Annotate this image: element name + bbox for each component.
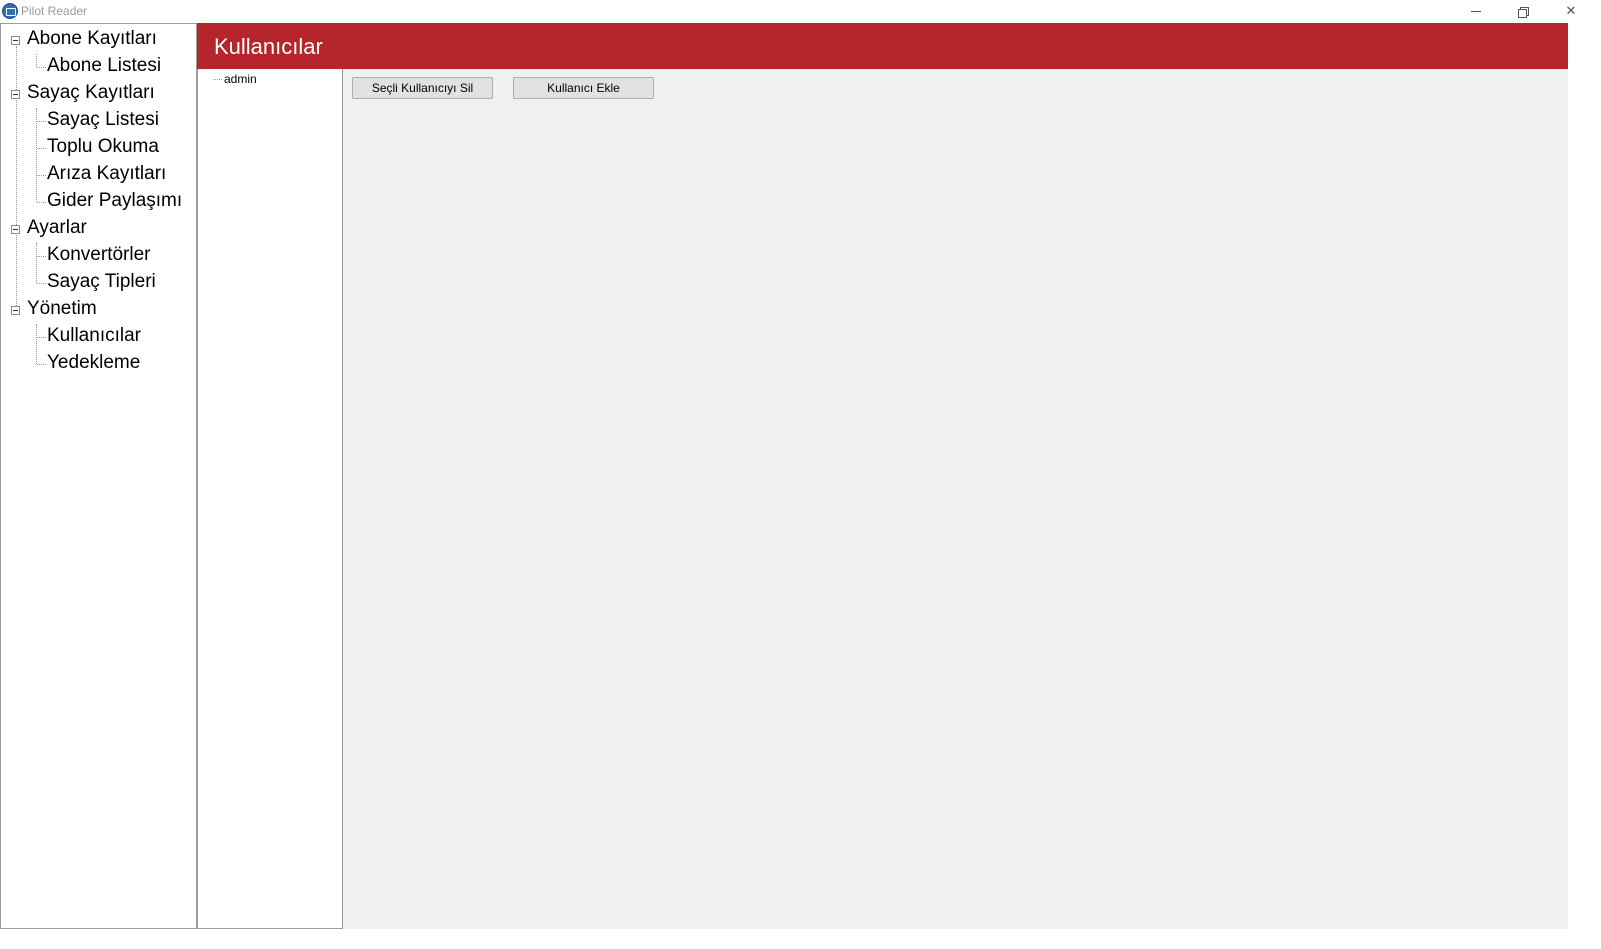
tree-connector — [16, 46, 17, 90]
tree-node-gider-paylasimi[interactable]: Gider Paylaşımı — [47, 190, 182, 212]
tree-node-ayarlar[interactable]: Ayarlar — [27, 217, 87, 239]
tree-connector — [37, 67, 46, 68]
app-logo-icon — [2, 3, 18, 19]
tree-node-kullanicilar[interactable]: Kullanıcılar — [47, 325, 141, 347]
tree-node-toplu-okuma[interactable]: Toplu Okuma — [47, 136, 159, 158]
window-titlebar: Pilot Reader ✕ — [0, 0, 1601, 23]
tree-node-abone-listesi[interactable]: Abone Listesi — [47, 55, 161, 77]
collapse-icon[interactable] — [11, 36, 20, 45]
tree-node-konvertorler[interactable]: Konvertörler — [47, 244, 151, 266]
tree-connector — [16, 100, 17, 225]
tree-node-yedekleme[interactable]: Yedekleme — [47, 352, 140, 374]
page-header: Kullanıcılar — [197, 23, 1568, 69]
tree-connector — [37, 256, 46, 257]
user-list[interactable]: admin — [197, 69, 343, 929]
collapse-icon[interactable] — [11, 90, 20, 99]
close-icon: ✕ — [1565, 3, 1577, 18]
tree-connector — [213, 79, 222, 80]
delete-selected-user-button[interactable]: Seçli Kullanıcıyı Sil — [352, 77, 493, 99]
tree-connector — [36, 324, 37, 364]
tree-connector — [37, 337, 46, 338]
content-panel: Seçli Kullanıcıyı Sil Kullanıcı Ekle — [343, 69, 1568, 929]
tree-connector — [37, 364, 46, 365]
minimize-icon — [1471, 11, 1481, 13]
tree-connector — [37, 283, 46, 284]
tree-node-sayac-tipleri[interactable]: Sayaç Tipleri — [47, 271, 156, 293]
restore-button[interactable] — [1500, 0, 1546, 23]
close-button[interactable]: ✕ — [1548, 0, 1594, 23]
tree-connector — [36, 108, 37, 202]
collapse-icon[interactable] — [11, 225, 20, 234]
page-title: Kullanıcılar — [214, 34, 323, 59]
window-bottom-edge — [0, 929, 1601, 949]
tree-connector — [37, 175, 46, 176]
tree-connector — [36, 54, 37, 67]
tree-connector — [37, 202, 46, 203]
tree-node-ariza-kayitlari[interactable]: Arıza Kayıtları — [47, 163, 166, 185]
user-list-item[interactable]: admin — [224, 72, 257, 86]
tree-connector — [16, 235, 17, 306]
navigation-tree[interactable]: Abone Kayıtları Abone Listesi Sayaç Kayı… — [0, 23, 197, 929]
tree-connector — [37, 121, 46, 122]
minimize-button[interactable] — [1453, 0, 1499, 23]
tree-node-sayac-listesi[interactable]: Sayaç Listesi — [47, 109, 159, 131]
tree-node-yonetim[interactable]: Yönetim — [27, 298, 97, 320]
window-edge — [1568, 23, 1601, 929]
tree-connector — [37, 148, 46, 149]
window-title: Pilot Reader — [21, 4, 88, 18]
tree-node-sayac-kayitlari[interactable]: Sayaç Kayıtları — [27, 82, 155, 104]
add-user-button[interactable]: Kullanıcı Ekle — [513, 77, 654, 99]
restore-icon — [1518, 6, 1529, 18]
collapse-icon[interactable] — [11, 306, 20, 315]
tree-node-abone-kayitlari[interactable]: Abone Kayıtları — [27, 28, 157, 50]
tree-connector — [36, 243, 37, 283]
